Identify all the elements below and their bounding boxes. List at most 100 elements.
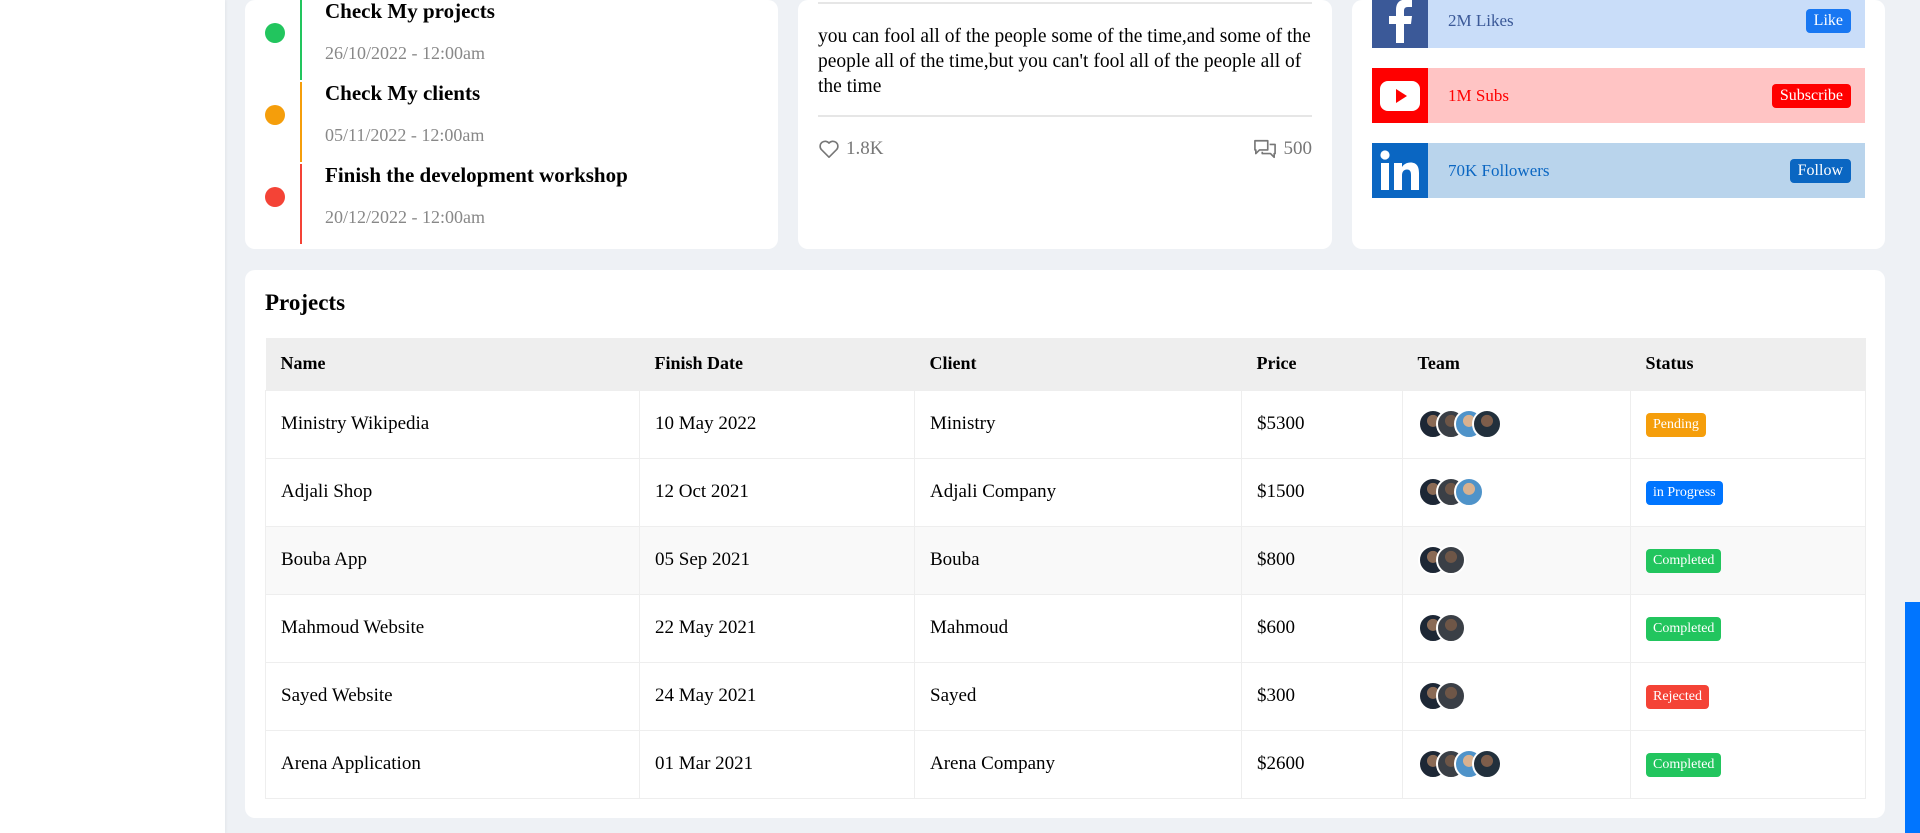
column-header[interactable]: Name: [266, 338, 640, 390]
linkedin-followers: 70K Followers: [1448, 160, 1550, 180]
like-button[interactable]: Like: [1805, 8, 1851, 33]
avatar[interactable]: [1436, 681, 1466, 711]
comments-stat[interactable]: 500: [1252, 138, 1313, 160]
task-date: 26/10/2022 - 12:00am: [325, 43, 485, 63]
team-cell: [1402, 729, 1631, 799]
status-badge: Completed: [1646, 548, 1722, 573]
client-name: Bouba: [914, 525, 1242, 595]
likes-count: 1.8K: [846, 138, 884, 159]
youtube-icon: [1372, 68, 1428, 123]
quote-card: you can fool all of the people some of t…: [798, 0, 1332, 249]
project-name: Mahmoud Website: [265, 593, 640, 663]
team-avatars: [1418, 409, 1630, 439]
social-row-facebook: 2M Likes Like: [1372, 0, 1865, 48]
client-name: Adjali Company: [914, 457, 1242, 527]
sidebar: [0, 0, 225, 833]
task-status-dot: [265, 105, 285, 125]
status-badge: Completed: [1646, 752, 1722, 777]
table-row[interactable]: Sayed Website 24 May 2021 Sayed $300 Rej…: [265, 661, 1866, 731]
table-row[interactable]: Bouba App 05 Sep 2021 Bouba $800 Complet…: [265, 525, 1866, 595]
projects-table: Name Finish Date Client Price Team Statu…: [265, 338, 1866, 799]
divider: [818, 2, 1312, 4]
task-title: Finish the development workshop: [325, 163, 628, 187]
team-avatars: [1418, 545, 1630, 575]
finish-date: 22 May 2021: [639, 593, 915, 663]
finish-date: 12 Oct 2021: [639, 457, 915, 527]
avatar[interactable]: [1436, 613, 1466, 643]
client-name: Ministry: [914, 389, 1242, 459]
social-row-linkedin: 70K Followers Follow: [1372, 143, 1865, 198]
task-status-dot: [265, 187, 285, 207]
heart-icon: [819, 140, 839, 158]
task-date: 20/12/2022 - 12:00am: [325, 207, 485, 227]
projects-title: Projects: [265, 290, 346, 315]
price: $600: [1241, 593, 1403, 663]
status-badge: Rejected: [1646, 684, 1709, 709]
finish-date: 05 Sep 2021: [639, 525, 915, 595]
price: $2600: [1241, 729, 1403, 799]
team-cell: [1402, 661, 1631, 731]
social-row-youtube: 1M Subs Subscribe: [1372, 68, 1865, 123]
avatar[interactable]: [1472, 409, 1502, 439]
task-title: Check My projects: [325, 0, 495, 23]
follow-button[interactable]: Follow: [1789, 158, 1851, 183]
table-row[interactable]: Ministry Wikipedia 10 May 2022 Ministry …: [265, 389, 1866, 459]
price: $800: [1241, 525, 1403, 595]
column-header[interactable]: Team: [1403, 338, 1631, 390]
client-name: Sayed: [914, 661, 1242, 731]
comments-icon: [1253, 139, 1276, 159]
project-name: Sayed Website: [265, 661, 640, 731]
task-item[interactable]: Finish the development workshop 20/12/20…: [245, 149, 778, 244]
table-row[interactable]: Arena Application 01 Mar 2021 Arena Comp…: [265, 729, 1866, 799]
client-name: Mahmoud: [914, 593, 1242, 663]
facebook-icon: [1372, 0, 1428, 48]
status-cell: Completed: [1630, 593, 1866, 663]
task-title: Check My clients: [325, 81, 481, 105]
facebook-likes: 2M Likes: [1448, 10, 1514, 30]
status-cell: Completed: [1630, 729, 1866, 799]
team-cell: [1402, 525, 1631, 595]
table-row[interactable]: Adjali Shop 12 Oct 2021 Adjali Company $…: [265, 457, 1866, 527]
project-name: Bouba App: [265, 525, 640, 595]
column-header[interactable]: Client: [915, 338, 1242, 390]
divider: [818, 115, 1312, 117]
social-stats-card: 2M Likes Like 1M Subs Subscribe 70K Foll…: [1352, 0, 1885, 249]
table-header-row: Name Finish Date Client Price Team Statu…: [265, 338, 1866, 390]
finish-date: 01 Mar 2021: [639, 729, 915, 799]
quote-text: you can fool all of the people some of t…: [818, 26, 1311, 97]
projects-card: Projects Name Finish Date Client Price T…: [245, 270, 1885, 818]
status-cell: in Progress: [1630, 457, 1866, 527]
likes-stat[interactable]: 1.8K: [818, 138, 883, 160]
column-header[interactable]: Finish Date: [640, 338, 915, 390]
column-header[interactable]: Status: [1631, 338, 1866, 390]
team-avatars: [1418, 477, 1630, 507]
linkedin-icon: [1372, 143, 1428, 198]
avatar[interactable]: [1454, 477, 1484, 507]
team-cell: [1402, 389, 1631, 459]
finish-date: 10 May 2022: [639, 389, 915, 459]
team-avatars: [1418, 613, 1630, 643]
task-item[interactable]: Check My projects 26/10/2022 - 12:00am: [245, 0, 778, 80]
column-header[interactable]: Price: [1242, 338, 1403, 390]
subscribe-button[interactable]: Subscribe: [1771, 83, 1851, 108]
table-row[interactable]: Mahmoud Website 22 May 2021 Mahmoud $600…: [265, 593, 1866, 663]
project-name: Ministry Wikipedia: [265, 389, 640, 459]
team-cell: [1402, 457, 1631, 527]
avatar[interactable]: [1436, 545, 1466, 575]
task-status-dot: [265, 23, 285, 43]
project-name: Arena Application: [265, 729, 640, 799]
team-avatars: [1418, 749, 1630, 779]
task-date: 05/11/2022 - 12:00am: [325, 125, 485, 145]
task-item[interactable]: Check My clients 05/11/2022 - 12:00am: [245, 67, 778, 162]
youtube-subs: 1M Subs: [1448, 85, 1509, 105]
avatar[interactable]: [1472, 749, 1502, 779]
price: $300: [1241, 661, 1403, 731]
project-name: Adjali Shop: [265, 457, 640, 527]
team-avatars: [1418, 681, 1630, 711]
status-badge: in Progress: [1646, 480, 1723, 505]
status-cell: Pending: [1630, 389, 1866, 459]
scrollbar-thumb[interactable]: [1905, 602, 1920, 833]
comments-count: 500: [1283, 138, 1313, 159]
status-cell: Completed: [1630, 525, 1866, 595]
price: $5300: [1241, 389, 1403, 459]
